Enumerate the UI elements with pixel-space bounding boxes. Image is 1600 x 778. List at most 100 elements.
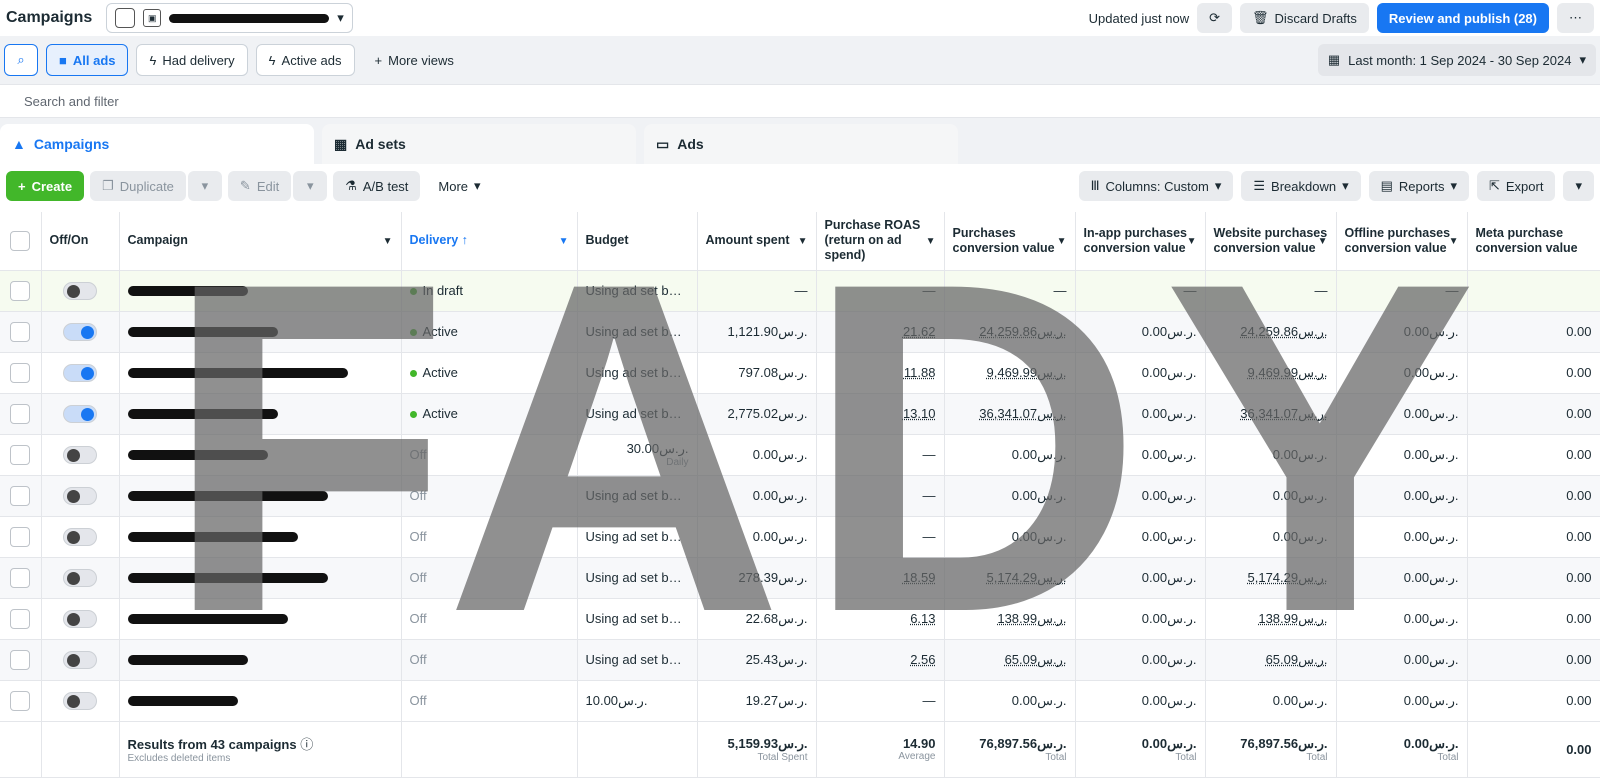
status-dot xyxy=(409,411,417,418)
inapp-cell: 0.00ر.س. xyxy=(1075,680,1206,722)
campaign-icon: ▲ xyxy=(12,136,26,152)
export-button[interactable]: ⇱ Export xyxy=(1476,171,1556,201)
table-row[interactable]: Active Using ad set bud... 2,775.02ر.س. 13.… xyxy=(0,393,1600,435)
toggle-cell xyxy=(41,311,120,353)
campaign-name-cell[interactable] xyxy=(119,598,402,640)
campaign-toggle[interactable] xyxy=(63,650,97,669)
delivery-status: Active xyxy=(422,365,458,380)
export-icon: ⇱ xyxy=(1488,178,1500,193)
select-all-checkbox[interactable] xyxy=(10,230,31,251)
tab-ad-sets[interactable]: ▦ Ad sets xyxy=(322,124,636,164)
campaign-toggle[interactable] xyxy=(63,445,97,464)
table-row[interactable]: Off Using ad set bud... 0.00ر.س. —0.00ر.س. 0… xyxy=(0,516,1600,558)
table-row[interactable]: Off 30.00ر.س. Daily 0.00ر.س. —0.00ر.س. 0.00ر.… xyxy=(0,434,1600,476)
row-checkbox[interactable] xyxy=(10,690,31,711)
table-row[interactable]: Off Using ad set bud... 25.43ر.س. 2.56 65.09… xyxy=(0,639,1600,681)
footer-inapp: 0.00ر.س. Total xyxy=(1075,721,1206,778)
header-purchases-conversion-value[interactable]: Purchases conversion value ▼ xyxy=(944,212,1076,271)
header-purchase-roas[interactable]: Purchase ROAS (return on ad spend) ▼ xyxy=(816,212,945,271)
row-checkbox[interactable] xyxy=(10,526,31,547)
inapp-cell: 0.00ر.س. xyxy=(1075,516,1206,558)
delivery-status: Off xyxy=(409,447,427,462)
row-checkbox[interactable] xyxy=(10,649,31,670)
review-publish-button[interactable]: Review and publish (28) xyxy=(1376,3,1549,33)
campaign-name-cell[interactable] xyxy=(119,352,402,394)
table-row[interactable]: Active Using ad set bud... 1,121.90ر.س. 21.… xyxy=(0,311,1600,353)
header-offline-purchases[interactable]: Offline purchases conversion value ▼ xyxy=(1336,212,1468,271)
row-checkbox[interactable] xyxy=(10,362,31,383)
more-views-button[interactable]: + More views xyxy=(363,45,466,75)
header-amount-spent[interactable]: Amount spent ▼ xyxy=(697,212,817,271)
refresh-button[interactable]: ⟳ xyxy=(1197,3,1233,33)
inapp-cell: 0.00ر.س. xyxy=(1075,639,1206,681)
campaign-toggle[interactable] xyxy=(63,568,97,587)
view-had-delivery[interactable]: ϟ Had delivery xyxy=(136,44,248,76)
campaign-toggle[interactable] xyxy=(63,404,97,423)
row-checkbox[interactable] xyxy=(10,280,31,301)
account-selector[interactable]: ▣ ▾ xyxy=(106,3,353,33)
breakdown-button[interactable]: ☰ Breakdown ▾ xyxy=(1241,171,1361,201)
roas-cell: — xyxy=(816,475,945,517)
campaign-name-cell[interactable] xyxy=(119,516,402,558)
more-button[interactable]: More ▾ xyxy=(426,171,492,201)
campaign-toggle[interactable] xyxy=(63,281,97,300)
date-range-picker[interactable]: ▦ Last month: 1 Sep 2024 - 30 Sep 2024 ▾ xyxy=(1317,44,1596,76)
campaign-name-cell[interactable] xyxy=(119,393,402,435)
row-checkbox[interactable] xyxy=(10,444,31,465)
header-meta-purchase[interactable]: Meta purchase conversion value xyxy=(1467,212,1600,271)
tab-campaigns[interactable]: ▲ Campaigns xyxy=(0,124,314,164)
page-title: Campaigns xyxy=(6,9,93,26)
edit-dropdown[interactable]: ▾ xyxy=(293,171,328,201)
campaign-name-cell[interactable] xyxy=(119,311,402,353)
create-button[interactable]: + Create xyxy=(6,171,85,201)
campaign-toggle[interactable] xyxy=(63,609,97,628)
campaign-name-cell[interactable] xyxy=(119,270,402,312)
header-inapp-purchases[interactable]: In-app purchases conversion value ▼ xyxy=(1075,212,1206,271)
campaign-toggle[interactable] xyxy=(63,691,97,710)
tab-ads[interactable]: ▭ Ads xyxy=(644,124,958,164)
table-row[interactable]: In draft Using ad set bud... — — — — — — xyxy=(0,270,1600,312)
table-row[interactable]: Active Using ad set bud... 797.08ر.س. 11.88… xyxy=(0,352,1600,394)
ab-test-button[interactable]: ⚗ A/B test xyxy=(333,171,421,201)
campaign-toggle[interactable] xyxy=(63,363,97,382)
campaign-name-cell[interactable] xyxy=(119,434,402,476)
row-checkbox[interactable] xyxy=(10,321,31,342)
row-checkbox[interactable] xyxy=(10,485,31,506)
campaign-name-cell[interactable] xyxy=(119,639,402,681)
campaign-name-cell[interactable] xyxy=(119,680,402,722)
campaign-toggle[interactable] xyxy=(63,322,97,341)
row-checkbox[interactable] xyxy=(10,608,31,629)
discard-drafts-button[interactable]: 🗑 Discard Drafts xyxy=(1240,3,1369,33)
more-options-button[interactable]: ⋯ xyxy=(1557,3,1594,33)
reports-button[interactable]: ▤ Reports ▾ xyxy=(1368,171,1469,201)
table-row[interactable]: Off Using ad set bud... 0.00ر.س. —0.00ر.س. 0… xyxy=(0,475,1600,517)
row-checkbox[interactable] xyxy=(10,567,31,588)
header-delivery[interactable]: Delivery ↑ ▼ xyxy=(401,212,578,271)
export-dropdown[interactable]: ▾ xyxy=(1563,171,1594,201)
header-campaign[interactable]: Campaign ▼ xyxy=(119,212,402,271)
campaign-toggle[interactable] xyxy=(63,486,97,505)
pcv-cell: 36,341.07ر.س. xyxy=(944,393,1076,435)
edit-button[interactable]: ✎ Edit xyxy=(227,171,292,201)
table-row[interactable]: Off Using ad set bud... 22.68ر.س. 6.13 138.9… xyxy=(0,598,1600,640)
budget-cell: Using ad set bud... xyxy=(577,598,698,640)
table-row[interactable]: Off 10.00ر.س. 19.27ر.س. —0.00ر.س. 0.00ر.س. 0.… xyxy=(0,680,1600,722)
delivery-cell: Off xyxy=(401,475,578,517)
search-filter-input[interactable]: Search and filter xyxy=(0,84,1600,118)
chevron-down-icon: ▼ xyxy=(797,236,808,247)
campaign-name-cell[interactable] xyxy=(119,557,402,599)
roas-cell: 13.10 xyxy=(816,393,945,435)
campaign-toggle[interactable] xyxy=(63,527,97,546)
header-budget[interactable]: Budget xyxy=(577,212,698,271)
header-website-purchases[interactable]: Website purchases conversion value ▼ xyxy=(1205,212,1337,271)
duplicate-dropdown[interactable]: ▾ xyxy=(187,171,222,201)
view-all-ads[interactable]: ■ All ads xyxy=(46,44,129,76)
duplicate-button[interactable]: ❐ Duplicate xyxy=(90,171,186,201)
row-checkbox[interactable] xyxy=(10,403,31,424)
campaign-name-cell[interactable] xyxy=(119,475,402,517)
view-active-ads[interactable]: ϟ Active ads xyxy=(255,44,355,76)
inapp-cell: 0.00ر.س. xyxy=(1075,557,1206,599)
search-button[interactable]: ⌕ xyxy=(4,44,38,76)
columns-button[interactable]: Ⅲ Columns: Custom ▾ xyxy=(1078,171,1234,201)
table-row[interactable]: Off Using ad set bud... 278.39ر.س. 18.59 5,1… xyxy=(0,557,1600,599)
